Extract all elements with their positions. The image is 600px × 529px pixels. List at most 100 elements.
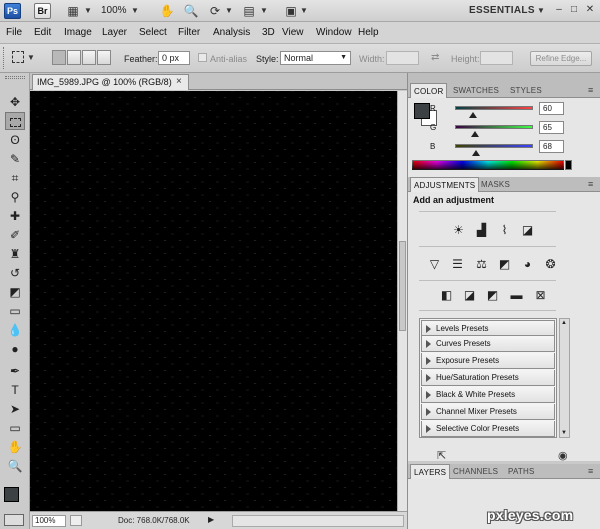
vibrance-icon[interactable]: ▽ [426,257,443,272]
red-slider[interactable] [455,106,533,110]
panel-menu-icon[interactable]: ≡ [588,466,593,476]
tab-adjustments[interactable]: ADJUSTMENTS [410,177,480,192]
menu-edit[interactable]: Edit [34,27,51,38]
chevron-down-icon[interactable]: ▼ [84,4,92,18]
chevron-up-icon[interactable]: ▲ [561,320,567,326]
lasso-tool-icon[interactable]: ʘ [5,131,25,149]
scrollbar-thumb[interactable] [399,241,406,331]
hand-tool-icon[interactable]: ✋ [5,438,25,456]
tab-swatches[interactable]: SWATCHES [450,83,502,98]
posterize-icon[interactable]: ◪ [461,288,478,303]
return-to-list-icon[interactable]: ⇱ [437,449,446,462]
tab-styles[interactable]: STYLES [507,83,545,98]
chevron-down-icon[interactable]: ▼ [225,4,233,18]
black-swatch[interactable] [565,160,572,170]
invert-icon[interactable]: ◧ [438,288,455,303]
height-input[interactable] [480,51,513,65]
preset-levels[interactable]: Levels Presets [421,320,555,336]
workspace-switcher[interactable]: ESSENTIALS [469,5,535,16]
chevron-right-icon[interactable]: ▶ [208,515,214,524]
screen-mode-icon[interactable]: ▣ [282,3,300,19]
blue-slider[interactable] [455,144,533,148]
eyedropper-tool-icon[interactable]: ⚲ [5,188,25,206]
healing-brush-tool-icon[interactable]: ✚ [5,207,25,225]
tab-channels[interactable]: CHANNELS [450,464,501,479]
chevron-down-icon[interactable]: ▼ [27,51,35,65]
intersect-selection-icon[interactable] [97,50,111,65]
status-icon[interactable] [70,515,82,526]
zoom-level-select[interactable]: 100% [101,5,127,16]
selective-color-icon[interactable]: ⊠ [532,288,549,303]
menu-help[interactable]: Help [358,27,379,38]
preset-exposure[interactable]: Exposure Presets [421,353,555,369]
red-slider-thumb[interactable] [469,112,478,118]
preset-channel-mixer[interactable]: Channel Mixer Presets [421,404,555,420]
marquee-tool-icon[interactable] [5,112,25,130]
blue-slider-thumb[interactable] [471,150,480,156]
panel-menu-icon[interactable]: ≡ [588,179,593,189]
tab-paths[interactable]: PATHS [505,464,537,479]
chevron-down-icon[interactable]: ▼ [300,4,308,18]
threshold-icon[interactable]: ◩ [484,288,501,303]
chevron-down-icon[interactable]: ▼ [537,4,545,18]
hue-saturation-icon[interactable]: ☰ [449,257,466,272]
quick-mask-icon[interactable] [4,514,24,526]
tab-masks[interactable]: MASKS [478,177,513,192]
foreground-color-swatch[interactable] [4,487,19,502]
close-icon[interactable]: ✕ [584,4,596,16]
dodge-tool-icon[interactable]: ● [5,340,25,358]
gradient-tool-icon[interactable]: ▭ [5,302,25,320]
brightness-contrast-icon[interactable]: ☀ [450,223,467,238]
vertical-scrollbar[interactable] [397,91,407,511]
color-balance-icon[interactable]: ⚖ [473,257,490,272]
type-tool-icon[interactable]: T [5,381,25,399]
green-slider[interactable] [455,125,533,129]
red-value[interactable]: 60 [539,102,564,115]
maximize-icon[interactable]: □ [568,4,580,16]
panel-menu-icon[interactable]: ≡ [588,85,593,95]
eraser-tool-icon[interactable]: ◩ [5,283,25,301]
close-icon[interactable]: × [176,75,182,89]
move-tool-icon[interactable]: ✥ [5,93,25,111]
path-selection-tool-icon[interactable]: ➤ [5,400,25,418]
hand-tool-icon[interactable]: ✋ [158,3,176,19]
chevron-down-icon[interactable]: ▼ [561,430,567,436]
launch-bridge-button[interactable]: Br [34,3,51,19]
menu-select[interactable]: Select [139,27,167,38]
shape-tool-icon[interactable]: ▭ [5,419,25,437]
chevron-down-icon[interactable]: ▼ [131,4,139,18]
subtract-from-selection-icon[interactable] [82,50,96,65]
options-grip[interactable] [3,47,5,69]
blue-value[interactable]: 68 [539,140,564,153]
document-tab[interactable]: IMG_5989.JPG @ 100% (RGB/8) × [32,74,189,90]
menu-3d[interactable]: 3D [262,27,275,38]
levels-icon[interactable]: ▟ [473,223,490,238]
green-slider-thumb[interactable] [470,131,479,137]
black-white-icon[interactable]: ◩ [496,257,513,272]
blur-tool-icon[interactable]: 💧 [5,321,25,339]
menu-view[interactable]: View [282,27,304,38]
exposure-icon[interactable]: ◪ [519,223,536,238]
menu-image[interactable]: Image [64,27,92,38]
menu-analysis[interactable]: Analysis [213,27,250,38]
preset-black-white[interactable]: Black & White Presets [421,387,555,403]
arrange-documents-icon[interactable]: ▤ [240,3,258,19]
chevron-down-icon[interactable]: ▼ [260,4,268,18]
tab-color[interactable]: COLOR [410,83,448,98]
rotate-view-icon[interactable]: ⟳ [206,3,224,19]
history-brush-tool-icon[interactable]: ↺ [5,264,25,282]
quick-selection-tool-icon[interactable]: ✎ [5,150,25,168]
anti-alias-checkbox[interactable] [198,53,207,62]
green-value[interactable]: 65 [539,121,564,134]
menu-filter[interactable]: Filter [178,27,200,38]
pen-tool-icon[interactable]: ✒ [5,362,25,380]
toolbox-grip[interactable] [5,76,25,79]
brush-tool-icon[interactable]: ✐ [5,226,25,244]
horizontal-scrollbar[interactable] [232,515,404,527]
preset-hue-saturation[interactable]: Hue/Saturation Presets [421,370,555,386]
clone-stamp-tool-icon[interactable]: ♜ [5,245,25,263]
feather-input[interactable]: 0 px [158,51,190,65]
rectangular-marquee-icon[interactable] [12,51,24,63]
minimize-icon[interactable]: – [553,4,565,16]
photo-filter-icon[interactable]: ◕ [519,257,536,272]
